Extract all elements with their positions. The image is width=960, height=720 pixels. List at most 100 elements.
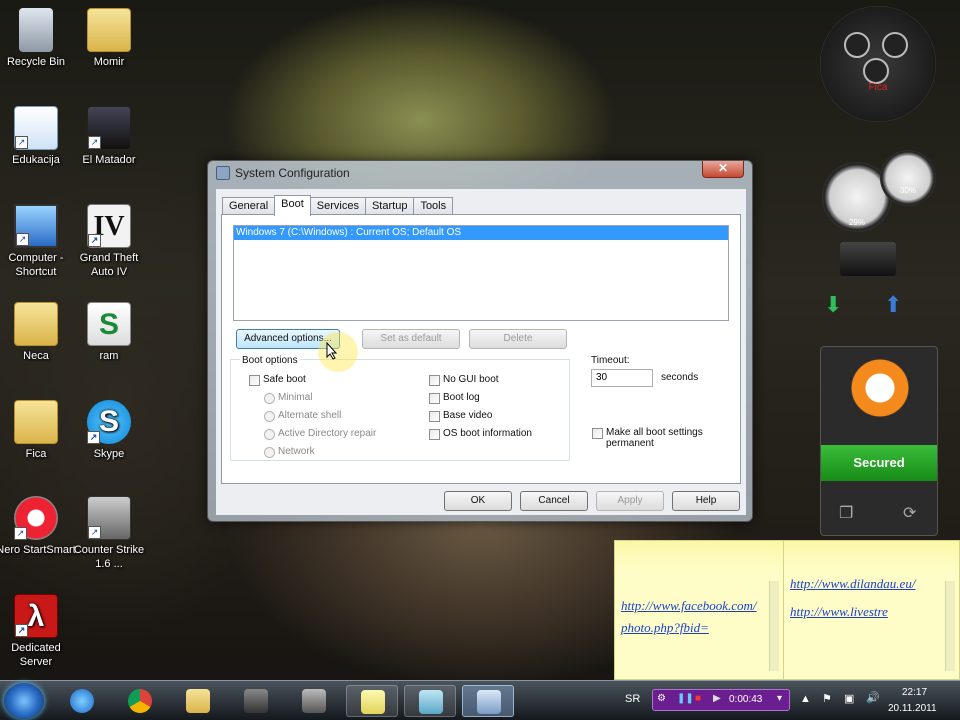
clock-subdial — [844, 32, 870, 58]
taskbar-explorer[interactable] — [172, 685, 224, 717]
tab-startup[interactable]: Startup — [364, 197, 415, 215]
desktop-icon-skype[interactable]: S ↗ Skype — [69, 400, 149, 461]
desktop-icon-edukacija[interactable]: ↗ Edukacija — [0, 106, 76, 167]
desktop-icon-momir[interactable]: Momir — [69, 8, 149, 69]
tab-services[interactable]: Services — [309, 197, 366, 215]
start-button[interactable] — [4, 683, 44, 719]
clock-gadget[interactable]: Fica — [820, 6, 936, 122]
desktop-icon-fica[interactable]: Fica — [0, 400, 76, 461]
network-radio[interactable] — [264, 447, 275, 458]
stop-icon[interactable]: ■ — [695, 693, 701, 704]
alternate-shell-radio[interactable] — [264, 411, 275, 422]
desktop-icon-el-matador[interactable]: ↗ El Matador — [69, 106, 149, 167]
base-video-checkbox[interactable] — [429, 411, 440, 422]
boot-log-checkbox[interactable] — [429, 393, 440, 404]
dropdown-icon[interactable]: ▾ — [777, 693, 782, 704]
upload-arrow-icon[interactable]: ⬆ — [884, 292, 902, 318]
os-list[interactable]: Windows 7 (C:\Windows) : Current OS; Def… — [233, 225, 729, 321]
ram-meter-gadget[interactable]: 30% — [880, 150, 936, 206]
no-gui-boot-checkbox[interactable] — [429, 375, 440, 386]
taskbar: SR ▲ ⚑ ▣ 🔊 22:17 20.11.2011 — [0, 680, 960, 720]
taskbar-app[interactable] — [404, 685, 456, 717]
minimal-radio[interactable] — [264, 393, 275, 404]
help-button[interactable]: Help — [672, 491, 740, 511]
recorder-toolbar[interactable]: ⚙ ❚❚ ■ ▶ 0:00:43 ▾ — [652, 689, 790, 711]
msconfig-icon — [216, 166, 230, 180]
boot-options-label: Boot options — [240, 355, 300, 366]
sticky-link[interactable]: http://www.dilandau.eu/ — [790, 573, 939, 595]
language-indicator[interactable]: SR — [625, 693, 640, 705]
sticky-scrollbar[interactable] — [945, 581, 955, 671]
desktop-icon-ram[interactable]: S ram — [69, 302, 149, 363]
desktop-icon-label: Grand Theft Auto IV — [79, 252, 139, 278]
game-shortcut-icon: ↗ — [87, 106, 131, 150]
drive-gadget-icon[interactable] — [840, 242, 896, 276]
clock-date[interactable]: 20.11.2011 — [888, 703, 937, 714]
desktop-icon-dedicated-server[interactable]: λ ↗ Dedicated Server — [0, 594, 76, 669]
sticky-note[interactable]: http://www.facebook.com/photo.php?fbid= — [614, 540, 784, 680]
desktop-icon-label: Neca — [23, 350, 49, 362]
boot-log-label: Boot log — [443, 392, 480, 403]
make-permanent-label: Make all boot settings permanent — [606, 427, 703, 449]
taskbar-app[interactable] — [230, 685, 282, 717]
delete-button[interactable]: Delete — [469, 329, 567, 349]
play-icon[interactable]: ▶ — [713, 693, 721, 704]
system-configuration-window: System Configuration ✕ General Boot Serv… — [207, 160, 753, 522]
desktop-icon-gta-iv[interactable]: IV ↗ Grand Theft Auto IV — [69, 204, 149, 279]
close-button[interactable]: ✕ — [702, 161, 744, 178]
desktop-icon-label: Fica — [25, 448, 47, 460]
timeout-input[interactable]: 30 — [591, 369, 653, 387]
apply-button[interactable]: Apply — [596, 491, 664, 511]
set-as-default-button[interactable]: Set as default — [362, 329, 460, 349]
volume-icon[interactable]: 🔊 — [866, 691, 880, 704]
recorder-icon: ⚙ — [657, 693, 666, 704]
desktop-icon-nero[interactable]: ↗ Nero StartSmart — [0, 496, 76, 557]
flag-icon[interactable]: ⚑ — [822, 692, 832, 705]
taskbar-sticky-notes[interactable] — [346, 685, 398, 717]
sticky-note[interactable]: http://www.dilandau.eu/ http://www.lives… — [783, 540, 960, 680]
tab-general[interactable]: General — [222, 197, 276, 215]
desktop-icon-computer-shortcut[interactable]: ↗ Computer - Shortcut — [0, 204, 76, 279]
network-icon[interactable]: ▣ — [844, 692, 854, 705]
clock-subdial — [863, 58, 889, 84]
sticky-note-header[interactable] — [784, 541, 959, 571]
desktop-icon-neca[interactable]: Neca — [0, 302, 76, 363]
sticky-scrollbar[interactable] — [769, 581, 779, 671]
desktop-icon-label: Skype — [93, 448, 125, 460]
counter-strike-icon — [302, 689, 326, 713]
window-titlebar[interactable]: System Configuration ✕ — [208, 161, 752, 185]
clock-time[interactable]: 22:17 — [902, 687, 927, 698]
desktop-icon-counter-strike[interactable]: ↗ Counter Strike 1.6 ... — [69, 496, 149, 571]
desktop-icon-label: Nero StartSmart — [0, 544, 76, 556]
taskbar-app[interactable] — [288, 685, 340, 717]
ok-button[interactable]: OK — [444, 491, 512, 511]
desktop-icon-recycle-bin[interactable]: Recycle Bin — [0, 8, 76, 69]
taskbar-ie[interactable] — [56, 685, 108, 717]
ad-repair-radio[interactable] — [264, 429, 275, 440]
tab-tools[interactable]: Tools — [413, 197, 454, 215]
taskbar-chrome[interactable] — [114, 685, 166, 717]
sticky-link[interactable]: http://www.livestre — [790, 601, 939, 623]
sticky-note-header[interactable] — [615, 541, 783, 571]
window-popout-icon[interactable]: ❐ — [839, 503, 853, 523]
make-permanent-checkbox[interactable] — [592, 428, 603, 439]
os-list-item[interactable]: Windows 7 (C:\Windows) : Current OS; Def… — [234, 226, 728, 240]
internet-explorer-icon — [70, 689, 94, 713]
cancel-button[interactable]: Cancel — [520, 491, 588, 511]
avast-gadget[interactable]: Secured ❐ ⟳ — [820, 346, 938, 536]
avast-status: Secured — [821, 445, 937, 481]
show-hidden-icons-icon[interactable]: ▲ — [800, 693, 811, 705]
tab-boot[interactable]: Boot — [274, 195, 311, 216]
os-boot-info-checkbox[interactable] — [429, 429, 440, 440]
cpu-percent: 29% — [848, 218, 865, 227]
pause-icon[interactable]: ❚❚ — [677, 693, 694, 704]
window-client: General Boot Services Startup Tools Wind… — [216, 189, 746, 515]
taskbar-msconfig[interactable] — [462, 685, 514, 717]
download-arrow-icon[interactable]: ⬇ — [824, 292, 842, 318]
refresh-icon[interactable]: ⟳ — [903, 503, 916, 523]
sticky-link[interactable]: http://www.facebook.com/photo.php?fbid= — [621, 595, 763, 639]
computer-icon: ↗ — [14, 204, 58, 248]
os-boot-info-label: OS boot information — [443, 428, 532, 439]
ram-percent: 30% — [899, 186, 916, 195]
safe-boot-checkbox[interactable] — [249, 375, 260, 386]
